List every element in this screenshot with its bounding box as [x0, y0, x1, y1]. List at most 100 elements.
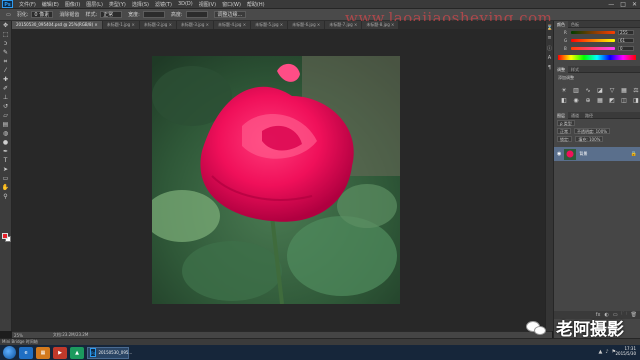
menu-type[interactable]: 类型(Y): [109, 1, 126, 8]
network-icon[interactable]: ▲: [598, 349, 602, 355]
brightness-icon[interactable]: ☀: [560, 87, 568, 94]
tab-channels[interactable]: 通道: [568, 112, 582, 119]
canvas-area[interactable]: [12, 29, 552, 331]
menu-view[interactable]: 视图(V): [199, 1, 216, 8]
channel-r-slider[interactable]: [571, 30, 615, 34]
style-select[interactable]: 正常: [100, 11, 123, 18]
eyedropper-tool-icon[interactable]: ⁄: [1, 67, 11, 75]
doc-tab[interactable]: 未标题-7.jpg ×: [325, 21, 362, 29]
posterize-icon[interactable]: ◫: [620, 97, 628, 104]
shape-tool-icon[interactable]: ▭: [1, 175, 11, 183]
trash-icon[interactable]: 🗑: [631, 312, 637, 318]
menu-file[interactable]: 文件(F): [19, 1, 36, 8]
channel-g-slider[interactable]: [571, 38, 615, 42]
tab-paths[interactable]: 路径: [582, 112, 596, 119]
doc-tab[interactable]: 未标题-2.jpg ×: [139, 21, 176, 29]
doc-tab[interactable]: 未标题-3.jpg ×: [176, 21, 213, 29]
curves-icon[interactable]: ∿: [584, 87, 592, 94]
history-brush-tool-icon[interactable]: ↺: [1, 103, 11, 111]
doc-tab[interactable]: 未标题-6.jpg ×: [288, 21, 325, 29]
exposure-icon[interactable]: ◪: [596, 87, 604, 94]
menu-help[interactable]: 帮助(H): [247, 1, 265, 8]
threshold-icon[interactable]: ◨: [632, 97, 640, 104]
pen-tool-icon[interactable]: ✒: [1, 148, 11, 156]
doc-tab[interactable]: 未标题-1.jpg ×: [102, 21, 139, 29]
color-lookup-icon[interactable]: ▦: [596, 97, 604, 104]
antialias-checkbox[interactable]: 消除锯齿: [59, 11, 79, 18]
blend-mode-select[interactable]: 正常: [557, 128, 571, 134]
properties-icon[interactable]: ≡: [547, 35, 553, 41]
layer-kind-filter[interactable]: ρ 类型: [557, 120, 575, 126]
color-balance-icon[interactable]: ⚖: [632, 87, 640, 94]
doc-tab[interactable]: 未标题-4.jpg ×: [214, 21, 251, 29]
photo-filter-icon[interactable]: ◉: [572, 97, 580, 104]
history-icon[interactable]: ⌛: [547, 25, 553, 31]
healing-tool-icon[interactable]: ✚: [1, 76, 11, 84]
gradient-tool-icon[interactable]: ▤: [1, 121, 11, 129]
eraser-tool-icon[interactable]: ▱: [1, 112, 11, 120]
menu-filter[interactable]: 滤镜(T): [155, 1, 172, 8]
feather-input[interactable]: 0 像素: [31, 11, 54, 18]
brush-tool-icon[interactable]: ✐: [1, 85, 11, 93]
tab-swatches[interactable]: 色板: [568, 21, 582, 28]
taskbar-explorer-icon[interactable]: ▦: [36, 346, 50, 359]
layer-name[interactable]: 背景: [579, 151, 587, 157]
levels-icon[interactable]: ▥: [572, 87, 580, 94]
channel-g-value[interactable]: 61: [618, 37, 634, 43]
move-tool-icon[interactable]: ✥: [1, 22, 11, 30]
minimize-button[interactable]: —: [608, 1, 614, 8]
close-button[interactable]: ✕: [632, 1, 637, 8]
menu-edit[interactable]: 编辑(E): [42, 1, 59, 8]
height-input[interactable]: [185, 11, 208, 18]
path-select-tool-icon[interactable]: ➤: [1, 166, 11, 174]
rose-photo[interactable]: [152, 56, 400, 304]
marquee-tool-icon[interactable]: ▭: [6, 12, 11, 18]
eye-icon[interactable]: ◉: [557, 151, 561, 157]
quick-select-tool-icon[interactable]: ✎: [1, 49, 11, 57]
hue-saturation-icon[interactable]: ▦: [620, 87, 628, 94]
menu-layer[interactable]: 图层(L): [86, 1, 103, 8]
volume-icon[interactable]: ♪: [605, 349, 608, 355]
info-icon[interactable]: ⓘ: [547, 45, 553, 52]
start-button[interactable]: [3, 346, 16, 359]
opacity-field[interactable]: 不透明度: 100%: [574, 128, 611, 134]
tab-color[interactable]: 颜色: [554, 20, 568, 28]
taskbar-photoshop[interactable]: Ps 20150530_095...: [87, 346, 132, 359]
layer-row-background[interactable]: ◉ 背景 🔒: [554, 147, 640, 161]
channel-b-value[interactable]: 0: [618, 45, 634, 51]
vibrance-icon[interactable]: ▽: [608, 87, 616, 94]
taskbar-app-icon[interactable]: ▲: [70, 346, 84, 359]
tab-adjustments[interactable]: 调整: [554, 65, 568, 73]
doc-tab-active[interactable]: 20150530_095404.psd @ 25%(RGB/8) ×: [12, 21, 102, 29]
menu-image[interactable]: 图像(I): [65, 1, 80, 8]
foreground-color-swatch[interactable]: [2, 233, 8, 239]
color-spectrum[interactable]: [558, 55, 636, 60]
zoom-tool-icon[interactable]: ⚲: [1, 193, 11, 201]
stamp-tool-icon[interactable]: ⊥: [1, 94, 11, 102]
hand-tool-icon[interactable]: ✋: [1, 184, 11, 192]
black-white-icon[interactable]: ◧: [560, 97, 568, 104]
channel-r-value[interactable]: 255: [618, 29, 634, 35]
taskbar-media-icon[interactable]: ▶: [53, 346, 67, 359]
doc-tab[interactable]: 未标题-8.jpg ×: [362, 21, 399, 29]
fill-field[interactable]: 填充: 100%: [575, 136, 604, 142]
menu-3d[interactable]: 3D(D): [178, 1, 193, 7]
tab-styles[interactable]: 样式: [568, 66, 582, 73]
channel-mixer-icon[interactable]: ⊕: [584, 97, 592, 104]
type-tool-icon[interactable]: T: [1, 157, 11, 165]
blur-tool-icon[interactable]: ◍: [1, 130, 11, 138]
tab-layers[interactable]: 图层: [554, 111, 568, 119]
menu-select[interactable]: 选择(S): [132, 1, 149, 8]
paragraph-icon[interactable]: ¶: [547, 65, 553, 71]
character-icon[interactable]: A: [547, 55, 553, 61]
taskbar-clock[interactable]: 17:31 2015/5/30: [615, 346, 636, 356]
zoom-level[interactable]: 25%: [14, 333, 23, 338]
invert-icon[interactable]: ◩: [608, 97, 616, 104]
menu-window[interactable]: 窗口(W): [222, 1, 241, 8]
channel-b-slider[interactable]: [571, 46, 615, 50]
width-input[interactable]: [142, 11, 165, 18]
doc-tab[interactable]: 未标题-5.jpg ×: [251, 21, 288, 29]
marquee-tool-icon[interactable]: ⬚: [1, 31, 11, 39]
refine-edge-button[interactable]: 调整边缘...: [213, 11, 247, 18]
taskbar-ie-icon[interactable]: e: [19, 346, 33, 359]
